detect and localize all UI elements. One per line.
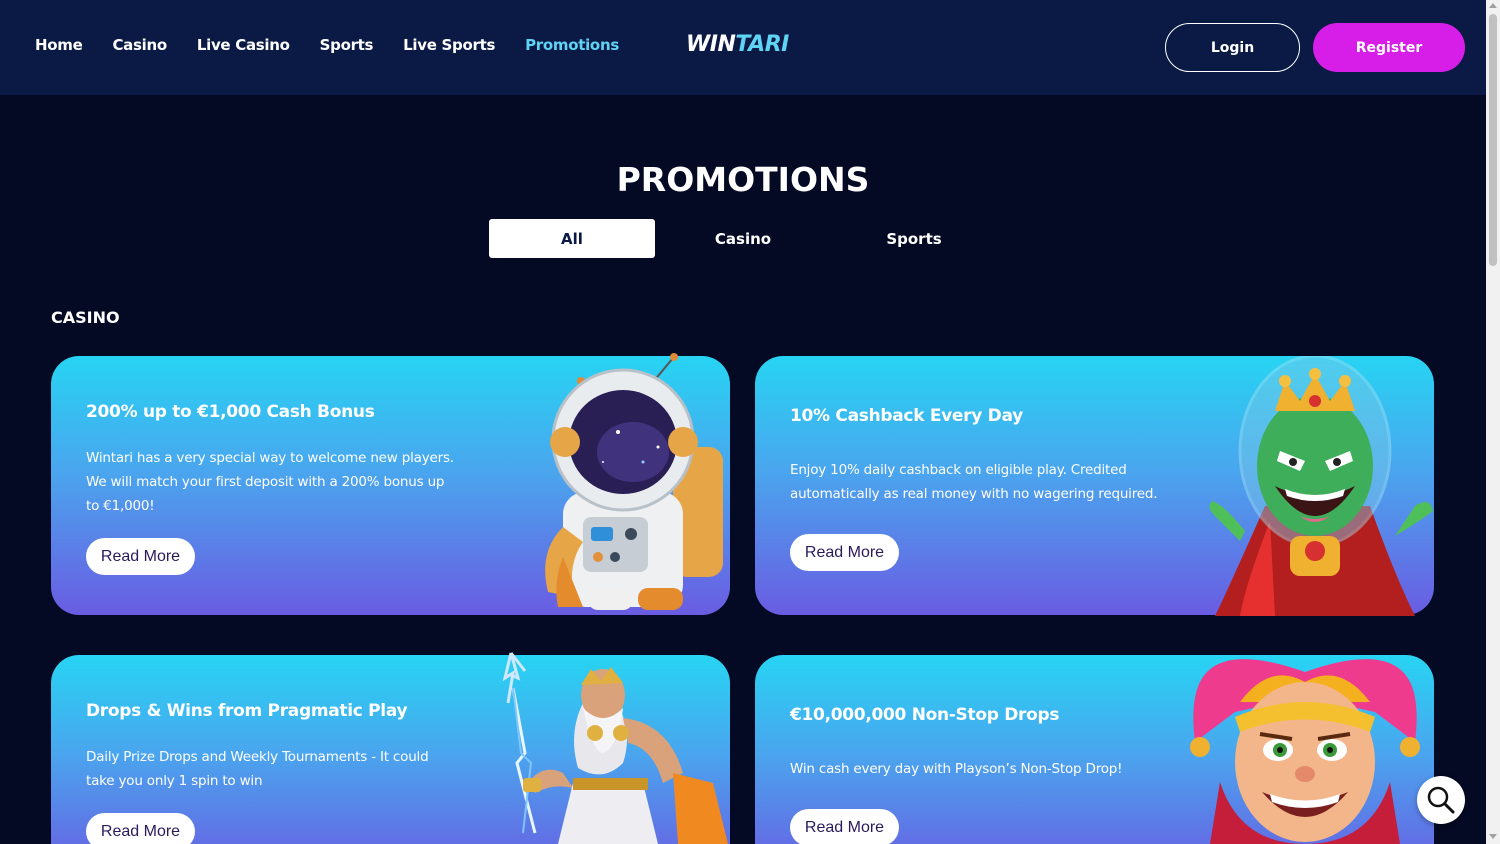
promo-card-welcome-bonus: 200% up to €1,000 Cash Bonus Wintari has…: [51, 353, 730, 615]
nav-home[interactable]: Home: [35, 36, 83, 54]
nav-sports[interactable]: Sports: [320, 36, 374, 54]
read-more-button[interactable]: Read More: [86, 538, 195, 575]
tab-casino[interactable]: Casino: [660, 219, 826, 258]
promo-title: 10% Cashback Every Day: [790, 406, 1023, 426]
promo-description: Win cash every day with Playson’s Non-St…: [790, 761, 1123, 777]
promo-description: Wintari has a very special way to welcom…: [86, 450, 454, 514]
promo-title: €10,000,000 Non-Stop Drops: [790, 705, 1060, 725]
main-nav: Home Casino Live Casino Sports Live Spor…: [35, 36, 649, 54]
scrollbar-thumb[interactable]: [1489, 14, 1497, 266]
page-scrollbar[interactable]: [1486, 0, 1500, 844]
register-button[interactable]: Register: [1313, 23, 1465, 72]
jester-icon: [1190, 659, 1420, 844]
site-header: Home Casino Live Casino Sports Live Spor…: [0, 0, 1486, 95]
page-title: PROMOTIONS: [616, 160, 870, 199]
section-heading-casino: CASINO: [51, 308, 120, 327]
zeus-icon: [502, 652, 728, 844]
tab-sports[interactable]: Sports: [831, 219, 997, 258]
scroll-up-arrow-icon[interactable]: [1489, 3, 1497, 8]
astronaut-icon: [545, 353, 723, 610]
nav-promotions[interactable]: Promotions: [525, 36, 619, 54]
promo-card-cashback: 10% Cashback Every Day Enjoy 10% daily c…: [755, 356, 1434, 616]
nav-casino[interactable]: Casino: [112, 36, 167, 54]
promo-title: 200% up to €1,000 Cash Bonus: [86, 402, 375, 422]
search-icon: [1427, 786, 1455, 814]
logo-text-left: WIN: [686, 32, 736, 57]
alien-king-icon: [1209, 356, 1433, 616]
read-more-button[interactable]: Read More: [86, 813, 195, 844]
promo-card-non-stop-drops: €10,000,000 Non-Stop Drops Win cash ever…: [755, 655, 1434, 844]
nav-live-casino[interactable]: Live Casino: [197, 36, 290, 54]
promo-description: Enjoy 10% daily cashback on eligible pla…: [790, 462, 1158, 502]
logo-text-right: TARI: [735, 32, 789, 57]
read-more-button[interactable]: Read More: [790, 809, 899, 844]
promo-title: Drops & Wins from Pragmatic Play: [86, 701, 408, 721]
tab-all[interactable]: All: [489, 219, 655, 258]
scroll-down-arrow-icon[interactable]: [1489, 834, 1497, 839]
site-logo[interactable]: WINTARI: [686, 32, 789, 57]
read-more-button[interactable]: Read More: [790, 534, 899, 571]
login-button[interactable]: Login: [1165, 23, 1300, 72]
search-fab-button[interactable]: [1417, 776, 1465, 824]
promo-card-drops-wins: Drops & Wins from Pragmatic Play Daily P…: [51, 652, 730, 844]
promo-description: Daily Prize Drops and Weekly Tournaments…: [86, 749, 429, 789]
nav-live-sports[interactable]: Live Sports: [403, 36, 495, 54]
